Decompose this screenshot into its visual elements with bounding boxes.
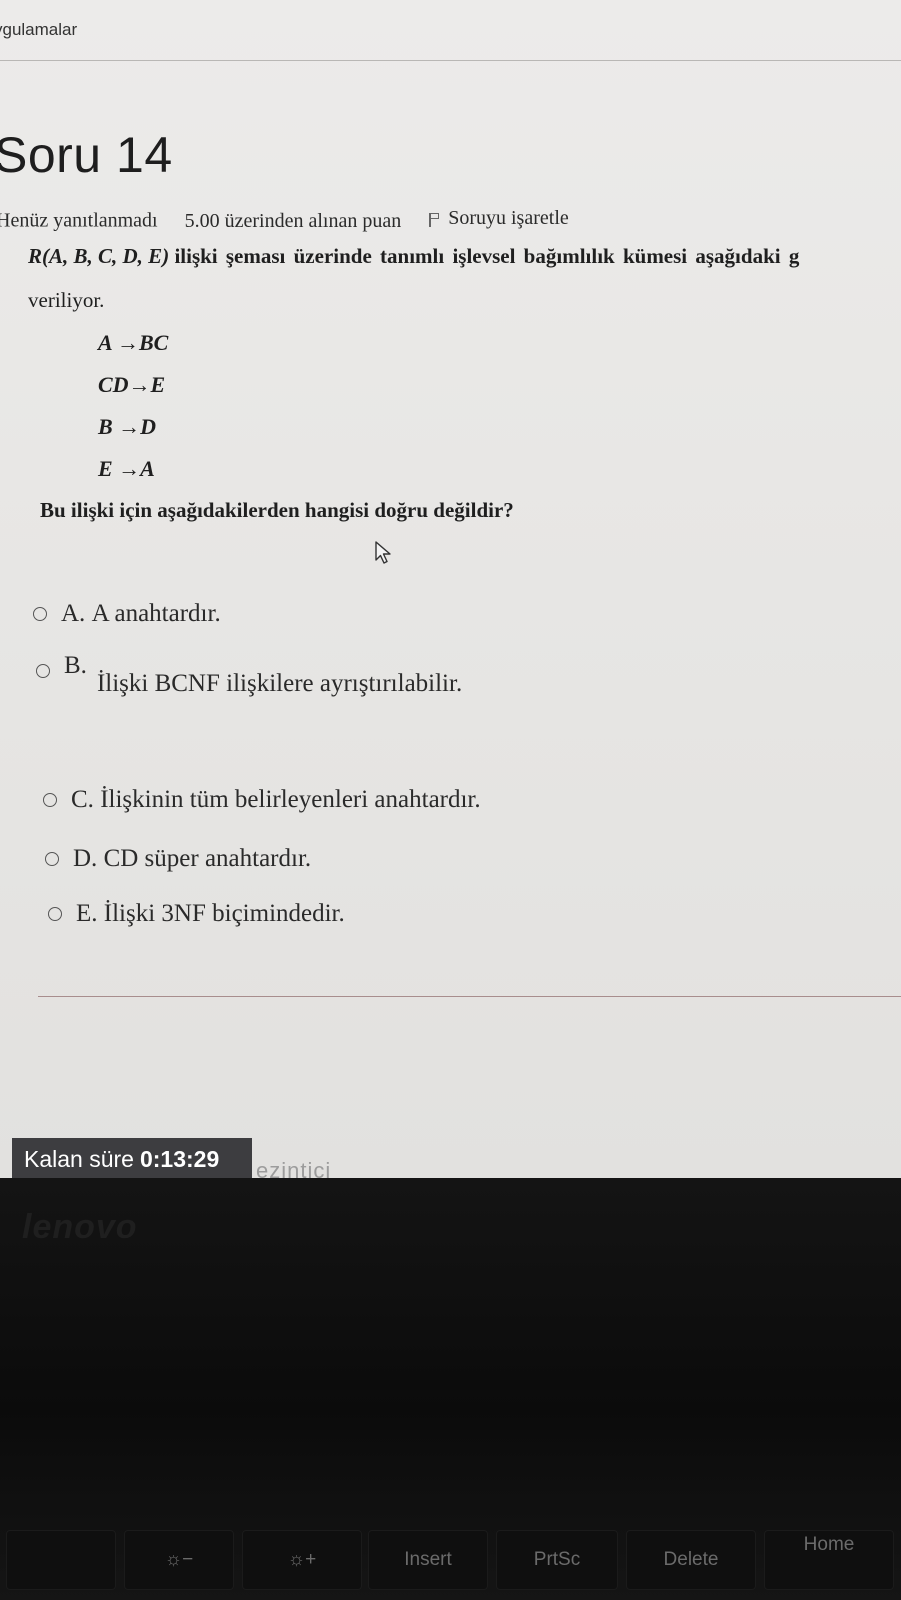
option-letter: A. [61,600,86,627]
prtsc-key: PrtSc [496,1530,618,1590]
radio-button[interactable] [33,607,47,621]
partial-link[interactable]: ezintici [256,1158,331,1178]
question-statement: R(A, B, C, D, E) ilişki şeması üzerinde … [28,244,901,269]
top-bar: ygulamalar [0,0,901,61]
option-letter: D. [73,845,98,872]
option-text: A anahtardır. [91,600,221,627]
divider [38,996,901,997]
flag-question-label: Soruyu işaretle [448,207,569,229]
answer-option-c[interactable]: C. İlişkinin tüm belirleyenleri anahtard… [43,786,481,814]
brightness-up-key: ☼+ [242,1530,362,1590]
option-letter: C. [71,786,94,813]
answer-option-a[interactable]: A. A anahtardır. [33,600,221,628]
dependency: CD→E [98,372,166,397]
insert-key: Insert [368,1530,488,1590]
answer-option-b[interactable]: B. İlişki BCNF ilişkilere ayrıştırılabil… [36,652,463,698]
option-text: İlişki 3NF biçimindedir. [103,900,345,927]
radio-button[interactable] [43,793,57,807]
question-points: 5.00 üzerinden alınan puan [184,209,402,232]
dependency: B →D [98,414,157,439]
statement-text: ilişki şeması üzerinde tanımlı işlevsel … [174,244,800,268]
brightness-down-key: ☼− [124,1530,234,1590]
question-title: Soru 14 [0,127,173,183]
option-letter: E. [76,900,98,927]
keyboard-key [6,1530,116,1590]
option-text: CD süper anahtardır. [103,845,312,872]
home-key: Home [764,1530,894,1590]
question-status: Henüz yanıtlanmadı [0,209,158,232]
delete-key: Delete [626,1530,756,1590]
question-meta: Henüz yanıtlanmadı 5.00 üzerinden alınan… [0,207,569,233]
flag-icon [428,211,440,227]
timer-value: 0:13:29 [139,1145,220,1172]
timer: Kalan süre 0:13:29 [12,1138,252,1178]
flag-question-button[interactable]: Soruyu işaretle [428,207,569,230]
radio-button[interactable] [36,664,50,678]
timer-label: Kalan süre [24,1145,134,1172]
relation-schema: R(A, B, C, D, E) [28,244,170,268]
brand-logo: lenovo [22,1208,138,1246]
option-text: İlişkinin tüm belirleyenleri anahtardır. [100,786,481,813]
apps-label[interactable]: ygulamalar [0,20,77,40]
radio-button[interactable] [48,907,62,921]
answer-option-d[interactable]: D. CD süper anahtardır. [45,845,311,873]
mouse-cursor-icon [375,541,391,564]
dependency: E →A [98,456,155,481]
statement-continuation: veriliyor. [28,288,105,312]
radio-button[interactable] [45,852,59,866]
option-letter: B. [64,652,87,679]
answer-option-e[interactable]: E. İlişki 3NF biçimindedir. [48,900,345,928]
dependency: A →BC [98,330,169,355]
option-text: İlişki BCNF ilişkilere ayrıştırılabilir. [96,670,463,697]
browser-screen: ygulamalar Soru 14 Henüz yanıtlanmadı 5.… [0,0,901,1178]
question-prompt: Bu ilişki için aşağıdakilerden hangisi d… [40,498,514,522]
